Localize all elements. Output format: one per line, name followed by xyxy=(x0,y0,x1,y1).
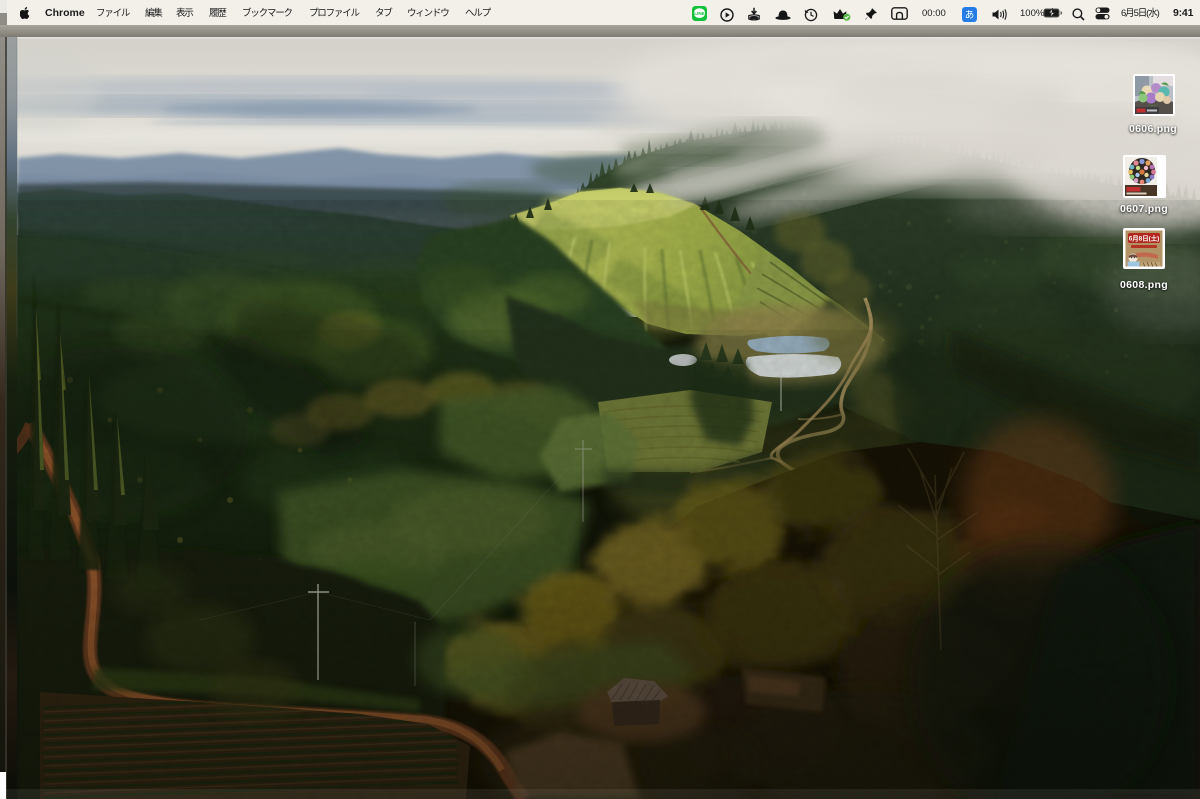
svg-text:6月8日(土): 6月8日(土) xyxy=(1129,234,1160,243)
svg-text:LINE: LINE xyxy=(694,11,704,16)
svg-text:あ: あ xyxy=(965,10,975,21)
